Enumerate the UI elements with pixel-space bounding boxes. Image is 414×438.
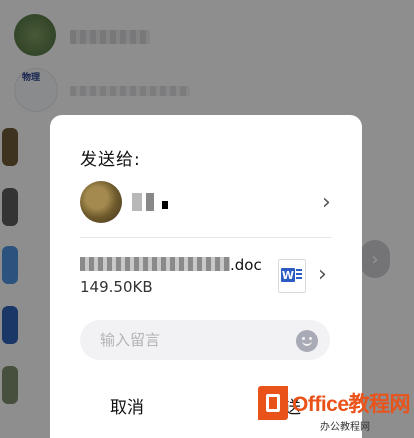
watermark-sub: 办公教程网 <box>320 422 370 433</box>
recipient-row[interactable] <box>80 181 340 225</box>
office-logo-icon <box>258 386 288 420</box>
divider <box>80 237 332 238</box>
watermark: Office教程网 办公教程网 <box>250 378 411 436</box>
file-name: .doc <box>80 256 262 274</box>
recipient-name-blurred <box>132 193 168 211</box>
file-name-blurred <box>80 257 230 271</box>
recipient-avatar <box>80 181 122 223</box>
file-size: 149.50KB <box>80 278 153 296</box>
file-extension: .doc <box>230 256 262 274</box>
emoji-icon[interactable] <box>296 330 318 352</box>
chevron-right-icon[interactable]: › <box>322 192 331 214</box>
chevron-right-icon[interactable]: › <box>318 264 327 286</box>
message-input[interactable] <box>80 320 330 360</box>
word-doc-icon: W <box>278 259 306 293</box>
watermark-brand: Office教程网 <box>292 393 411 416</box>
cancel-button[interactable]: 取消 <box>98 387 156 424</box>
dialog-title: 发送给: <box>80 150 141 170</box>
